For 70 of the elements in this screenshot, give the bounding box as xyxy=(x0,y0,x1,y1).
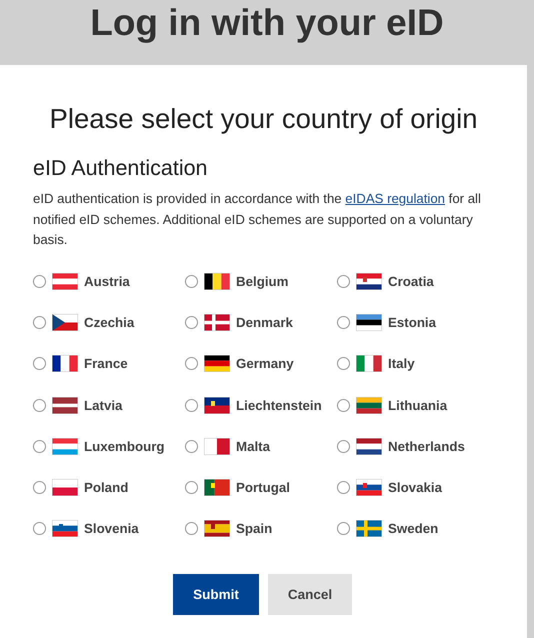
flag-icon xyxy=(356,438,382,455)
flag-icon xyxy=(52,438,78,455)
flag-icon xyxy=(52,396,78,414)
country-label[interactable]: Italy xyxy=(388,356,415,372)
intro-paragraph: eID authentication is provided in accordance with the eIDAS regulation for all notified eID schemes. Additional eID schemes are supported on a voluntary basis. xyxy=(33,190,482,249)
radio-button[interactable] xyxy=(33,357,46,370)
radio-button[interactable] xyxy=(33,398,46,412)
flag-icon xyxy=(52,272,78,290)
country-label[interactable]: Luxembourg xyxy=(84,438,165,454)
country-label[interactable]: Czechia xyxy=(84,314,134,330)
radio-button[interactable] xyxy=(33,481,46,494)
flag-icon xyxy=(204,438,230,455)
country-label[interactable]: Poland xyxy=(84,480,128,496)
country-label[interactable]: Estonia xyxy=(388,314,436,330)
radio-button[interactable] xyxy=(337,481,350,494)
country-label[interactable]: Sweden xyxy=(388,521,438,536)
flag-icon xyxy=(204,355,230,372)
country-label[interactable]: Croatia xyxy=(388,274,434,289)
country-label[interactable]: Austria xyxy=(84,274,130,289)
flag-icon xyxy=(356,396,382,414)
flag-icon xyxy=(356,272,382,290)
radio-button[interactable] xyxy=(185,274,198,288)
radio-button[interactable] xyxy=(185,522,198,536)
country-label[interactable]: Latvia xyxy=(84,398,122,413)
radio-button[interactable] xyxy=(33,316,46,329)
flag-icon xyxy=(356,314,382,331)
radio-button[interactable] xyxy=(337,440,350,453)
radio-button[interactable] xyxy=(185,357,198,370)
country-label[interactable]: Malta xyxy=(236,438,270,454)
flag-icon xyxy=(356,479,382,496)
country-label[interactable]: Denmark xyxy=(236,314,293,330)
country-label[interactable]: Netherlands xyxy=(388,438,465,454)
flag-icon xyxy=(204,396,230,414)
flag-icon xyxy=(356,355,382,372)
flag-icon xyxy=(204,520,230,538)
flag-icon xyxy=(52,355,78,372)
radio-button[interactable] xyxy=(337,398,350,412)
page-heading: Please select your country of origin xyxy=(48,103,478,135)
country-label[interactable]: France xyxy=(84,356,128,372)
country-label[interactable]: Slovakia xyxy=(388,480,442,496)
flag-icon xyxy=(52,479,78,496)
radio-button[interactable] xyxy=(185,398,198,412)
section-title: eID Authentication xyxy=(33,155,209,181)
submit-button[interactable]: Submit xyxy=(173,574,259,615)
radio-button[interactable] xyxy=(337,357,350,370)
country-label[interactable]: Lithuania xyxy=(388,398,448,413)
country-label[interactable]: Belgium xyxy=(236,274,288,289)
country-label[interactable]: Germany xyxy=(236,356,294,372)
flag-icon xyxy=(204,314,230,331)
country-label[interactable]: Slovenia xyxy=(84,521,139,536)
flag-icon xyxy=(52,520,78,538)
radio-button[interactable] xyxy=(185,316,198,329)
page-title: Log in with your eID xyxy=(90,4,444,41)
radio-button[interactable] xyxy=(337,274,350,288)
regulation-link[interactable]: eIDAS regulation xyxy=(345,191,445,206)
radio-button[interactable] xyxy=(33,274,46,288)
radio-button[interactable] xyxy=(337,316,350,329)
country-label[interactable]: Liechtenstein xyxy=(236,398,322,413)
radio-button[interactable] xyxy=(33,440,46,453)
radio-button[interactable] xyxy=(337,522,350,536)
cancel-button[interactable]: Cancel xyxy=(268,574,352,615)
flag-icon xyxy=(204,272,230,290)
radio-button[interactable] xyxy=(185,440,198,453)
flag-icon xyxy=(52,314,78,331)
radio-button[interactable] xyxy=(33,522,46,536)
flag-icon xyxy=(204,479,230,496)
country-label[interactable]: Spain xyxy=(236,521,272,536)
flag-icon xyxy=(356,520,382,538)
radio-button[interactable] xyxy=(185,481,198,494)
country-label[interactable]: Portugal xyxy=(236,480,290,496)
